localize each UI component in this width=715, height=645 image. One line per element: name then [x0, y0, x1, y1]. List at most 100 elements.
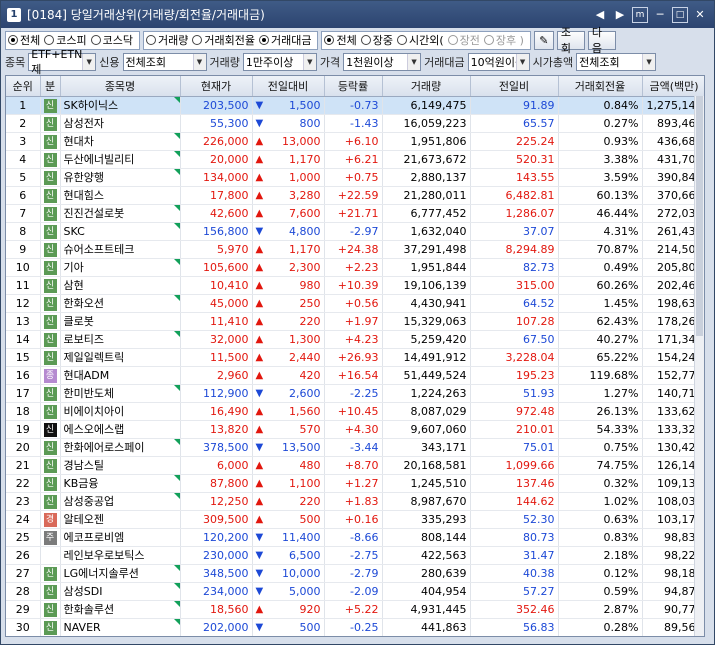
price-select[interactable]: 1천원이상 ▼: [343, 53, 422, 71]
stock-name-cell[interactable]: 진진건설로봇: [60, 204, 181, 223]
table-row[interactable]: 23 신 삼성중공업 12,250 ▲ 220 +1.83 8,987,670 144.62 1.…: [6, 492, 704, 511]
table-row[interactable]: 7 신 진진건설로봇 42,600 ▲ 7,600 +21.71 6,777,452 1,286…: [6, 204, 704, 223]
stock-name-cell[interactable]: 삼성전자: [60, 114, 181, 133]
table-row[interactable]: 1 신 SK하이닉스 203,500 ▼ 1,500 -0.73 6,149,475 91.89…: [6, 96, 704, 115]
stock-name-cell[interactable]: 삼현: [60, 276, 181, 295]
maximize-icon[interactable]: □: [672, 6, 688, 23]
table-row[interactable]: 16 종 현대ADM 2,960 ▲ 420 +16.54 51,449,524 195.23 1…: [6, 366, 704, 385]
col-header-amount[interactable]: 금액(백만): [642, 76, 704, 97]
table-row[interactable]: 2 신 삼성전자 55,300 ▼ 800 -1.43 16,059,223 65.57 0.27…: [6, 114, 704, 133]
col-header-rank[interactable]: 순위: [6, 76, 41, 97]
table-row[interactable]: 13 신 클로봇 11,410 ▲ 220 +1.97 15,329,063 107.28 62.…: [6, 312, 704, 331]
stock-name-cell[interactable]: 삼성SDI: [60, 582, 181, 601]
vertical-scrollbar[interactable]: [694, 96, 704, 636]
table-row[interactable]: 4 신 두산에너빌리티 20,000 ▲ 1,170 +6.21 21,673,672 520.…: [6, 150, 704, 169]
memo-icon[interactable]: m: [632, 6, 648, 23]
stock-name-cell[interactable]: KB금융: [60, 474, 181, 493]
item-select[interactable]: ETF+ETN 제 ▼: [28, 48, 97, 76]
table-row[interactable]: 21 신 경남스틸 6,000 ▲ 480 +8.70 20,168,581 1,099.66 7…: [6, 456, 704, 475]
stock-name-cell[interactable]: 제일일렉트릭: [60, 348, 181, 367]
table-row[interactable]: 19 신 에스오에스랩 13,820 ▲ 570 +4.30 9,607,060 210.01 5…: [6, 420, 704, 439]
stock-name-cell[interactable]: 클로봇: [60, 312, 181, 331]
query-button[interactable]: 조회: [556, 26, 585, 55]
radio-market-kospi[interactable]: 코스피: [44, 32, 87, 48]
table-row[interactable]: 22 신 KB금융 87,800 ▲ 1,100 +1.27 1,245,510 137.46 0…: [6, 474, 704, 493]
col-header-name[interactable]: 종목명: [60, 76, 181, 97]
minimize-icon[interactable]: ─: [652, 7, 668, 23]
col-header-turnover[interactable]: 거래회전율: [558, 76, 643, 97]
col-header-prev-ratio[interactable]: 전일비: [470, 76, 559, 97]
chevron-down-icon: ▼: [302, 54, 316, 70]
table-row[interactable]: 11 신 삼현 10,410 ▲ 980 +10.39 19,106,139 315.00 60.…: [6, 276, 704, 295]
radio-session-regular[interactable]: 장중: [360, 32, 393, 48]
radio-market-all[interactable]: 전체: [8, 32, 40, 48]
table-row[interactable]: 28 신 삼성SDI 234,000 ▼ 5,000 -2.09 404,954 57.27 0.…: [6, 582, 704, 601]
next-button[interactable]: 다음: [587, 26, 616, 55]
table-row[interactable]: 3 신 현대차 226,000 ▲ 13,000 +6.10 1,951,806 225.24 0…: [6, 132, 704, 151]
volume-select[interactable]: 1만주이상 ▼: [242, 53, 317, 71]
col-header-change[interactable]: 전일대비: [252, 76, 325, 97]
credit-select[interactable]: 전체조회 ▼: [122, 53, 207, 71]
stock-name-cell[interactable]: 한미반도체: [60, 384, 181, 403]
col-header-badge[interactable]: 분: [40, 76, 61, 97]
table-row[interactable]: 17 신 한미반도체 112,900 ▼ 2,600 -2.25 1,224,263 51.93…: [6, 384, 704, 403]
table-row[interactable]: 30 신 NAVER 202,000 ▼ 500 -0.25 441,863 56.83 0.28…: [6, 618, 704, 636]
stock-name-cell[interactable]: NAVER: [60, 618, 181, 636]
stock-name-cell[interactable]: 현대힘스: [60, 186, 181, 205]
table-row[interactable]: 9 신 슈어소프트테크 5,970 ▲ 1,170 +24.38 37,291,498 8,29…: [6, 240, 704, 259]
radio-session-after-hours[interactable]: 시간외(: [396, 32, 444, 48]
stock-name-cell[interactable]: LG에너지솔루션: [60, 564, 181, 583]
table-row[interactable]: 29 신 한화솔루션 18,560 ▲ 920 +5.22 4,931,445 352.46 2.…: [6, 600, 704, 619]
table-row[interactable]: 8 신 SKC 156,800 ▼ 4,800 -2.97 1,632,040 37.07 4.3…: [6, 222, 704, 241]
col-header-volume[interactable]: 거래량: [382, 76, 471, 97]
stock-name-cell[interactable]: 현대ADM: [60, 366, 181, 385]
stock-name-cell[interactable]: 삼성중공업: [60, 492, 181, 511]
stock-name-cell[interactable]: 에스오에스랩: [60, 420, 181, 439]
radio-sort-volume[interactable]: 거래량: [146, 32, 188, 48]
stock-name-cell[interactable]: 경남스틸: [60, 456, 181, 475]
radio-sort-turnover[interactable]: 거래회전율: [192, 32, 255, 48]
stock-name-cell[interactable]: 알테오젠: [60, 510, 181, 529]
stock-name-cell[interactable]: 유한양행: [60, 168, 181, 187]
next-arrow-icon[interactable]: ▶: [612, 7, 628, 23]
stock-name-cell[interactable]: 현대차: [60, 132, 181, 151]
prev-arrow-icon[interactable]: ◀: [592, 7, 608, 23]
table-row[interactable]: 26 레인보우로보틱스 230,000 ▼ 6,500 -2.75 422,563 31.47…: [6, 546, 704, 565]
radio-session-all[interactable]: 전체: [324, 32, 357, 48]
stock-name-cell[interactable]: 한화솔루션: [60, 600, 181, 619]
stock-name-cell[interactable]: 두산에너빌리티: [60, 150, 181, 169]
table-row[interactable]: 6 신 현대힘스 17,800 ▲ 3,280 +22.59 21,280,011 6,482.…: [6, 186, 704, 205]
table-row[interactable]: 25 주 에코프로비엠 120,200 ▼ 11,400 -8.66 808,144 80.73…: [6, 528, 704, 547]
radio-market-kosdaq[interactable]: 코스닥: [90, 32, 133, 48]
table-row[interactable]: 5 신 유한양행 134,000 ▲ 1,000 +0.75 2,880,137 143.55 3…: [6, 168, 704, 187]
settings-tool-icon[interactable]: ✎: [533, 30, 554, 50]
table-row[interactable]: 12 신 한화오션 45,000 ▲ 250 +0.56 4,430,941 64.52 1.45…: [6, 294, 704, 313]
table-row[interactable]: 24 경 알테오젠 309,500 ▲ 500 +0.16 335,293 52.30 0.63%…: [6, 510, 704, 529]
col-header-price[interactable]: 현재가: [180, 76, 253, 97]
stock-name-cell[interactable]: 한화에어로스페이: [60, 438, 181, 457]
prev-ratio-cell: 64.52: [470, 294, 559, 313]
stock-name-cell[interactable]: 에코프로비엠: [60, 528, 181, 547]
stock-name-cell[interactable]: 기아: [60, 258, 181, 277]
table-row[interactable]: 14 신 로보티즈 32,000 ▲ 1,300 +4.23 5,259,420 67.50 40…: [6, 330, 704, 349]
table-row[interactable]: 10 신 기아 105,600 ▲ 2,300 +2.23 1,951,844 82.73 0.4…: [6, 258, 704, 277]
cap-select[interactable]: 전체조회 ▼: [576, 53, 657, 71]
table-row[interactable]: 20 신 한화에어로스페이 378,500 ▼ 13,500 -3.44 343,171 75.…: [6, 438, 704, 457]
col-header-rate[interactable]: 등락률: [324, 76, 383, 97]
radio-sort-amount[interactable]: 거래대금: [258, 32, 311, 48]
scrollbar-thumb[interactable]: [696, 96, 703, 336]
stock-name-cell[interactable]: 로보티즈: [60, 330, 181, 349]
stock-name-cell[interactable]: SK하이닉스: [60, 96, 181, 115]
stock-name-cell[interactable]: SKC: [60, 222, 181, 241]
close-icon[interactable]: ✕: [692, 7, 708, 23]
table-row[interactable]: 27 신 LG에너지솔루션 348,500 ▼ 10,000 -2.79 280,639 40.…: [6, 564, 704, 583]
stock-name-cell[interactable]: 한화오션: [60, 294, 181, 313]
radio-session-post[interactable]: 장후 ): [483, 32, 524, 48]
table-row[interactable]: 15 신 제일일렉트릭 11,500 ▲ 2,440 +26.93 14,491,912 3,2…: [6, 348, 704, 367]
stock-name-cell[interactable]: 레인보우로보틱스: [60, 546, 181, 565]
radio-session-pre[interactable]: 장전: [447, 32, 480, 48]
table-row[interactable]: 18 신 비에이치아이 16,490 ▲ 1,560 +10.45 8,087,029 972.…: [6, 402, 704, 421]
amount-select[interactable]: 10억원이상 ▼: [467, 53, 530, 71]
stock-name-cell[interactable]: 슈어소프트테크: [60, 240, 181, 259]
stock-name-cell[interactable]: 비에이치아이: [60, 402, 181, 421]
